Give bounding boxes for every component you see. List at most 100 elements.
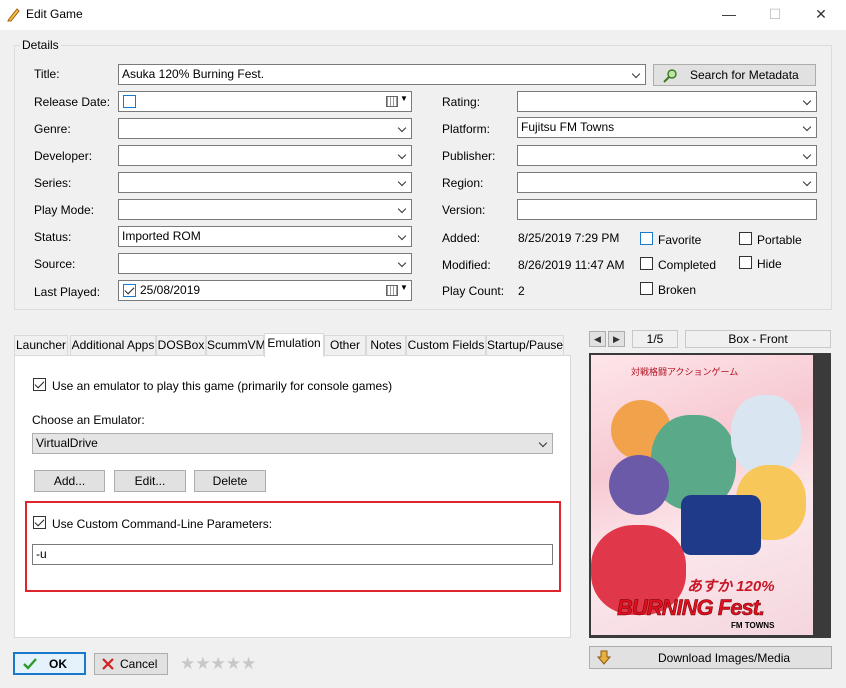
add-emulator-button[interactable]: Add... — [34, 470, 105, 492]
star-icon[interactable]: ★ — [226, 654, 241, 673]
ok-button[interactable]: OK — [13, 652, 86, 675]
tab-startup-pause[interactable]: Startup/Pause — [486, 335, 564, 356]
date-dropdown-icon[interactable]: ▼ — [400, 283, 408, 292]
use-custom-params-checkbox[interactable] — [33, 516, 46, 529]
star-rating[interactable]: ★★★★★ — [180, 655, 256, 672]
download-images-button[interactable]: Download Images/Media — [589, 646, 832, 669]
platform-label: Platform: — [442, 122, 491, 136]
cover-title-jp: あすか 120% — [687, 578, 775, 595]
delete-emulator-button[interactable]: Delete — [194, 470, 266, 492]
tab-dosbox[interactable]: DOSBox — [156, 335, 206, 356]
custom-params-input[interactable]: -u — [32, 544, 553, 565]
series-label: Series: — [34, 176, 72, 190]
tab-launcher[interactable]: Launcher — [14, 335, 68, 356]
publisher-combo[interactable] — [517, 145, 817, 166]
tab-emulation[interactable]: Emulation — [264, 333, 324, 357]
star-icon[interactable]: ★ — [180, 654, 195, 673]
tab-additional-apps[interactable]: Additional Apps — [70, 335, 156, 356]
region-combo[interactable] — [517, 172, 817, 193]
status-value: Imported ROM — [122, 229, 201, 243]
use-emulator-checkbox[interactable] — [33, 378, 46, 391]
tab-custom-fields[interactable]: Custom Fields — [406, 335, 486, 356]
status-label: Status: — [34, 230, 72, 244]
developer-combo[interactable] — [118, 145, 412, 166]
box-art-frame: 対戦格闘アクションゲーム あすか 120% BURNING Fest. FM T… — [589, 353, 831, 638]
tab-notes[interactable]: Notes — [366, 335, 406, 356]
cancel-icon — [102, 658, 114, 670]
cover-character — [731, 395, 801, 475]
series-combo[interactable] — [118, 172, 412, 193]
star-icon[interactable]: ★ — [241, 654, 256, 673]
genre-combo[interactable] — [118, 118, 412, 139]
added-value: 8/25/2019 7:29 PM — [518, 231, 620, 245]
last-played-value: 25/08/2019 — [140, 283, 201, 297]
source-combo[interactable] — [118, 253, 412, 274]
release-date-label: Release Date: — [34, 95, 111, 109]
cancel-button[interactable]: Cancel — [94, 653, 168, 675]
modified-label: Modified: — [442, 258, 491, 272]
title-combo[interactable]: Asuka 120% Burning Fest. — [118, 64, 646, 85]
download-icon — [596, 650, 612, 665]
box-art-image: 対戦格闘アクションゲーム あすか 120% BURNING Fest. FM T… — [591, 355, 813, 635]
star-icon[interactable]: ★ — [195, 654, 210, 673]
last-played-label: Last Played: — [34, 285, 101, 299]
developer-label: Developer: — [34, 149, 93, 163]
close-button[interactable]: ✕ — [798, 0, 844, 30]
pencil-icon — [7, 8, 20, 22]
completed-label: Completed — [658, 258, 717, 272]
last-played-checkbox[interactable] — [123, 284, 136, 297]
release-date-picker[interactable]: ▼ — [118, 91, 412, 112]
play-mode-combo[interactable] — [118, 199, 412, 220]
version-label: Version: — [442, 203, 486, 217]
calendar-icon[interactable] — [386, 96, 398, 107]
emulator-select[interactable]: VirtualDrive — [32, 433, 553, 454]
tab-scummvm[interactable]: ScummVM — [206, 335, 266, 356]
choose-emulator-label: Choose an Emulator: — [32, 413, 145, 427]
search-metadata-label: Search for Metadata — [690, 68, 799, 82]
modified-value: 8/26/2019 11:47 AM — [518, 258, 625, 272]
title-bar: Edit Game — ☐ ✕ — [0, 0, 846, 30]
last-played-picker[interactable]: 25/08/2019 ▼ — [118, 280, 412, 301]
play-count-label: Play Count: — [442, 284, 505, 298]
tab-other[interactable]: Other — [324, 335, 366, 356]
title-value: Asuka 120% Burning Fest. — [122, 67, 265, 81]
broken-checkbox[interactable] — [640, 282, 653, 295]
download-images-label: Download Images/Media — [658, 651, 791, 665]
platform-combo[interactable]: Fujitsu FM Towns — [517, 117, 817, 138]
star-icon[interactable]: ★ — [211, 654, 226, 673]
rating-combo[interactable] — [517, 91, 817, 112]
source-label: Source: — [34, 257, 76, 271]
window-title: Edit Game — [26, 7, 83, 21]
cancel-label: Cancel — [120, 657, 158, 671]
hide-checkbox[interactable] — [739, 256, 752, 269]
minimize-button[interactable]: — — [706, 0, 752, 30]
region-label: Region: — [442, 176, 484, 190]
next-image-button[interactable]: ▶ — [608, 331, 625, 347]
version-input[interactable] — [517, 199, 817, 220]
emulation-panel — [14, 355, 571, 638]
calendar-icon[interactable] — [386, 285, 398, 296]
rating-label: Rating: — [442, 95, 481, 109]
favorite-label: Favorite — [658, 233, 702, 247]
details-group-title: Details — [20, 38, 61, 52]
cover-top-text: 対戦格闘アクションゲーム — [631, 367, 739, 377]
cover-title-en: BURNING Fest. — [617, 595, 766, 621]
search-metadata-button[interactable]: Search for Metadata — [653, 64, 816, 86]
previous-image-button[interactable]: ◀ — [589, 331, 606, 347]
maximize-button[interactable]: ☐ — [752, 0, 798, 30]
publisher-label: Publisher: — [442, 149, 496, 163]
favorite-checkbox[interactable] — [640, 232, 653, 245]
hide-label: Hide — [757, 257, 782, 271]
release-date-checkbox[interactable] — [123, 95, 136, 108]
edit-emulator-button[interactable]: Edit... — [114, 470, 186, 492]
status-combo[interactable]: Imported ROM — [118, 226, 412, 247]
portable-checkbox[interactable] — [739, 232, 752, 245]
search-icon — [663, 69, 677, 83]
use-emulator-label: Use an emulator to play this game (prima… — [52, 379, 393, 393]
cover-character — [681, 495, 761, 555]
cover-character — [609, 455, 669, 515]
image-counter: 1/5 — [632, 330, 678, 348]
date-dropdown-icon[interactable]: ▼ — [400, 94, 408, 103]
completed-checkbox[interactable] — [640, 257, 653, 270]
platform-value: Fujitsu FM Towns — [521, 120, 615, 134]
